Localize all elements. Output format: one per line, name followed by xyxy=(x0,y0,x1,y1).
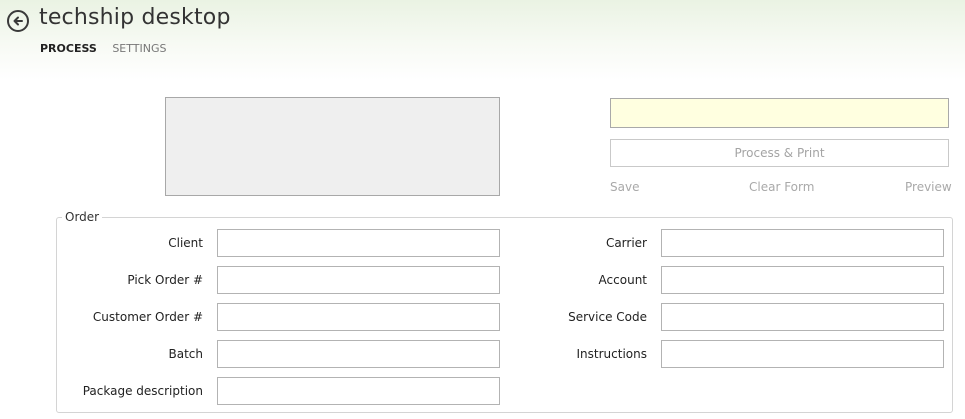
batch-label: Batch xyxy=(168,347,204,361)
nav-tabs: PROCESS SETTINGS xyxy=(40,42,179,55)
customer-order-field[interactable] xyxy=(217,303,500,331)
client-field[interactable] xyxy=(217,229,500,257)
customer-order-label: Customer Order # xyxy=(92,310,203,324)
service-code-label: Service Code xyxy=(568,310,647,324)
pick-order-field[interactable] xyxy=(217,266,500,294)
pick-order-label: Pick Order # xyxy=(127,273,203,287)
arrow-left-circle-icon xyxy=(13,16,23,26)
account-label: Account xyxy=(598,273,647,287)
instructions-label: Instructions xyxy=(576,347,647,361)
client-label: Client xyxy=(168,236,203,250)
app-title: techship desktop xyxy=(39,5,231,30)
carrier-field[interactable] xyxy=(661,229,944,257)
order-legend: Order xyxy=(62,210,103,224)
tab-process[interactable]: PROCESS xyxy=(40,42,97,55)
carrier-label: Carrier xyxy=(605,236,647,250)
instructions-field[interactable] xyxy=(661,340,944,368)
package-description-label: Package description xyxy=(82,384,203,398)
batch-field[interactable] xyxy=(217,340,500,368)
account-field[interactable] xyxy=(661,266,944,294)
save-button[interactable]: Save xyxy=(610,180,639,194)
label-preview-area xyxy=(165,97,500,196)
preview-button[interactable]: Preview xyxy=(905,180,952,194)
process-print-button[interactable]: Process & Print xyxy=(610,139,949,167)
package-description-field[interactable] xyxy=(217,377,500,405)
back-button[interactable] xyxy=(7,10,29,32)
tab-settings[interactable]: SETTINGS xyxy=(112,42,166,55)
service-code-field[interactable] xyxy=(661,303,944,331)
scan-input[interactable] xyxy=(610,98,949,128)
clear-form-button[interactable]: Clear Form xyxy=(749,180,814,194)
